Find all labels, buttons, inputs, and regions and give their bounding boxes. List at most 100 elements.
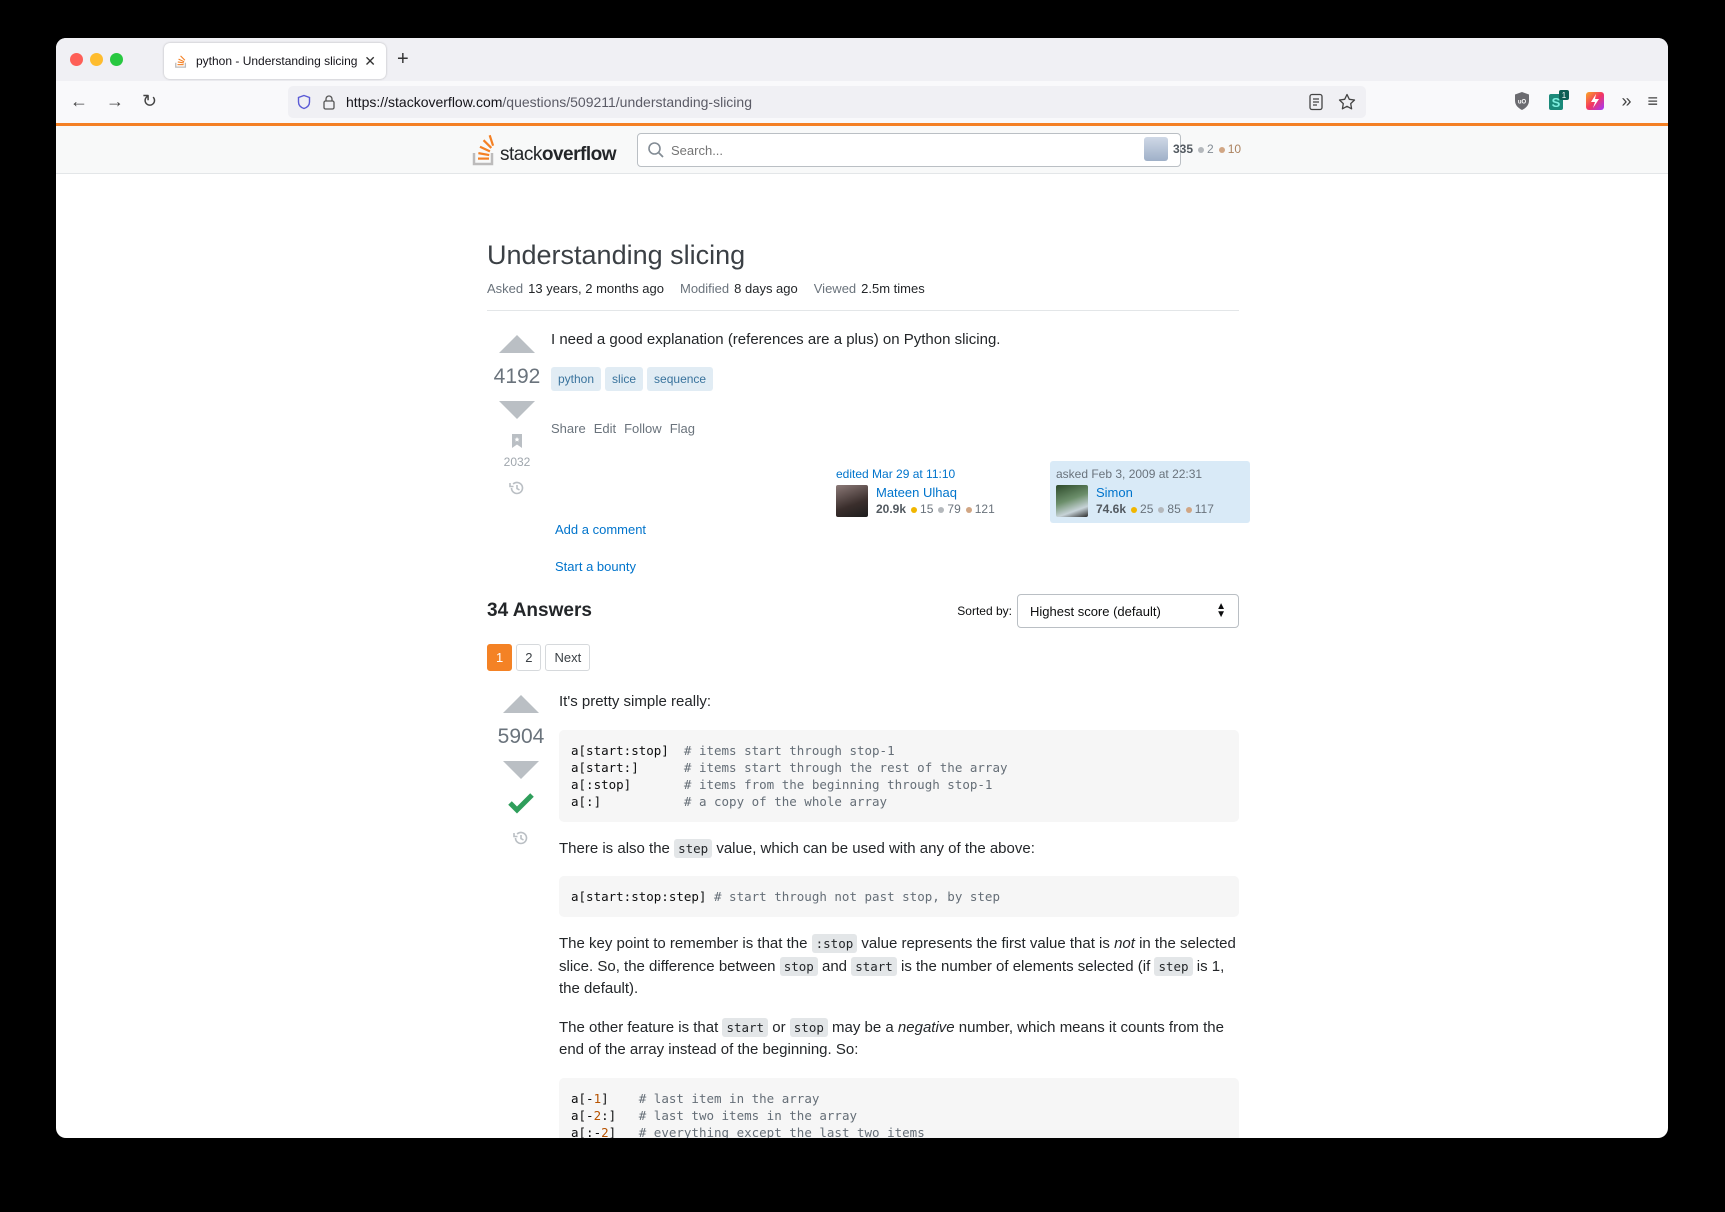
forward-arrow-icon[interactable]: → xyxy=(106,91,124,112)
answer-downvote-button[interactable] xyxy=(503,761,539,780)
owner-signature: asked Feb 3, 2009 at 22:31 Simon 74.6k 25… xyxy=(1050,461,1250,524)
downvote-button[interactable] xyxy=(499,401,535,420)
code-block-slicing: a[start:stop] # items start through stop… xyxy=(559,729,1239,822)
accepted-checkmark-icon xyxy=(508,793,534,814)
editor-signature: edited Mar 29 at 11:10 Mateen Ulhaq 20.9… xyxy=(830,461,1030,523)
stackoverflow-logo-icon xyxy=(472,134,495,166)
answer-upvote-button[interactable] xyxy=(503,695,539,714)
search-icon xyxy=(648,142,664,158)
select-arrows-icon: ▲ ▼ xyxy=(1216,601,1226,621)
tab-close-icon[interactable]: ✕ xyxy=(364,53,376,70)
question-text: I need a good explanation (references ar… xyxy=(551,331,1001,349)
new-tab-button[interactable]: + xyxy=(397,48,409,71)
answer-paragraph-negative: The other feature is that start or stop … xyxy=(559,1017,1224,1059)
sort-select[interactable]: Highest score (default) ▲ ▼ xyxy=(1017,594,1239,629)
user-reputation: 335 xyxy=(1173,142,1194,156)
page-2[interactable]: 2 xyxy=(516,644,542,672)
search-input[interactable] xyxy=(671,142,1151,158)
main-content: Understanding slicing Asked 13 years, 2 m… xyxy=(487,188,1250,1138)
answer-vote-cell: 5904 xyxy=(487,691,555,1138)
tab-bar: python - Understanding slicing ✕ + xyxy=(56,38,1668,81)
user-silver-badges: 2 xyxy=(1198,142,1214,156)
stackoverflow-logo[interactable]: stackoverflow xyxy=(471,134,616,166)
share-link[interactable]: Share xyxy=(551,421,586,436)
url-text: https://stackoverflow.com/questions/5092… xyxy=(346,94,752,110)
browser-window: python - Understanding slicing ✕ + ← → ↻… xyxy=(56,38,1668,1138)
answer-body: It's pretty simple really: a[start:stop]… xyxy=(555,691,1239,1138)
start-bounty-link[interactable]: Start a bounty xyxy=(551,559,1239,574)
site-header: stackoverflow 335 2 10 xyxy=(56,126,1668,174)
answer-paragraph-stop: The key point to remember is that the :s… xyxy=(559,934,1236,998)
upvote-button[interactable] xyxy=(499,335,535,354)
question-meta: Asked 13 years, 2 months ago Modified 8 da… xyxy=(487,281,1239,312)
answer-score: 5904 xyxy=(497,725,545,749)
owner-name[interactable]: Simon xyxy=(1096,485,1219,500)
page-next[interactable]: Next xyxy=(545,644,591,672)
site-search[interactable] xyxy=(637,133,1181,167)
maximize-window-button[interactable] xyxy=(110,53,123,66)
question-post: 4192 2032 I need a good explanation (ref… xyxy=(487,329,1250,574)
reload-icon[interactable]: ↻ xyxy=(142,91,157,112)
sort-label: Sorted by: xyxy=(957,604,1012,619)
meta-asked: Asked 13 years, 2 months ago xyxy=(487,281,664,297)
editor-avatar[interactable] xyxy=(836,485,868,518)
history-icon[interactable] xyxy=(508,479,526,497)
bookmark-star-icon[interactable] xyxy=(1338,93,1356,111)
browser-tab[interactable]: python - Understanding slicing ✕ xyxy=(164,43,386,79)
navigation-bar: ← → ↻ https://stackoverflow.com/question… xyxy=(56,81,1668,123)
reader-view-icon[interactable] xyxy=(1308,93,1324,111)
tag-sequence[interactable]: sequence xyxy=(647,367,714,392)
answer-intro: It's pretty simple really: xyxy=(559,693,712,711)
add-comment-link[interactable]: Add a comment xyxy=(551,522,1239,537)
lock-icon[interactable] xyxy=(322,94,336,110)
page-1[interactable]: 1 xyxy=(487,644,513,672)
logo-text: stackoverflow xyxy=(500,144,616,165)
sort-control: Sorted by: Highest score (default) ▲ ▼ xyxy=(957,594,1239,629)
tag-slice[interactable]: slice xyxy=(605,367,644,392)
minimize-window-button[interactable] xyxy=(90,53,103,66)
answer-paragraph-step: There is also the step value, which can … xyxy=(559,838,1035,858)
tag-python[interactable]: python xyxy=(551,367,602,392)
question-score: 4192 xyxy=(493,365,541,389)
accepted-answer: 5904 It's pretty simple really: a[start:… xyxy=(487,691,1239,1138)
user-bronze-badges: 10 xyxy=(1218,142,1241,156)
answers-pager: 1 2 Next xyxy=(487,644,1239,672)
close-window-button[interactable] xyxy=(70,53,83,66)
more-tools-chevron-icon[interactable]: » xyxy=(1621,91,1631,112)
stackoverflow-favicon-icon xyxy=(175,55,187,68)
back-arrow-icon[interactable]: ← xyxy=(70,91,88,112)
user-avatar[interactable] xyxy=(1144,137,1168,161)
flag-link[interactable]: Flag xyxy=(670,421,695,436)
edit-link[interactable]: Edit xyxy=(594,421,616,436)
owner-stats: 74.6k 25 85 117 xyxy=(1096,502,1214,517)
follow-link[interactable]: Follow xyxy=(624,421,662,436)
answers-count: 34 Answers xyxy=(487,600,592,622)
svg-text:uO: uO xyxy=(1518,100,1527,106)
post-signatures: edited Mar 29 at 11:10 Mateen Ulhaq 20.9… xyxy=(830,461,1250,524)
shortcut-extension-icon[interactable] xyxy=(1585,91,1605,111)
code-block-step: a[start:stop:step] # start through not p… xyxy=(559,876,1239,918)
owner-avatar[interactable] xyxy=(1056,485,1088,518)
bookmark-icon[interactable] xyxy=(511,433,523,449)
stylus-extension-icon[interactable]: S1 xyxy=(1547,90,1570,112)
meta-viewed: Viewed 2.5m times xyxy=(813,281,925,297)
code-block-negative: a[-1] # last item in the array a[-2:] # … xyxy=(559,1077,1239,1138)
editor-stats: 20.9k 15 79 121 xyxy=(876,502,995,517)
asked-timestamp: asked Feb 3, 2009 at 22:31 xyxy=(1056,467,1203,482)
answer-history-icon[interactable] xyxy=(512,829,530,847)
question-post-menu: Share Edit Follow Flag xyxy=(551,421,1239,436)
tracking-protection-shield-icon[interactable] xyxy=(296,94,312,110)
user-profile-link[interactable]: 335 2 10 xyxy=(1144,137,1241,161)
answers-header: 34 Answers Sorted by: Highest score (def… xyxy=(487,594,1239,629)
edited-timestamp[interactable]: edited Mar 29 at 11:10 xyxy=(836,467,1024,481)
question-title[interactable]: Understanding slicing xyxy=(487,238,1239,273)
editor-name[interactable]: Mateen Ulhaq xyxy=(876,485,1000,500)
bookmark-count: 2032 xyxy=(503,455,531,470)
question-body: I need a good explanation (references ar… xyxy=(547,329,1239,574)
hamburger-menu-icon[interactable]: ≡ xyxy=(1647,91,1658,112)
address-bar[interactable]: https://stackoverflow.com/questions/5092… xyxy=(288,86,1366,118)
ublock-origin-icon[interactable]: uO xyxy=(1513,91,1531,111)
meta-modified[interactable]: Modified 8 days ago xyxy=(680,281,798,296)
question-tags: python slice sequence xyxy=(551,367,1239,392)
svg-text:1: 1 xyxy=(1562,91,1567,100)
